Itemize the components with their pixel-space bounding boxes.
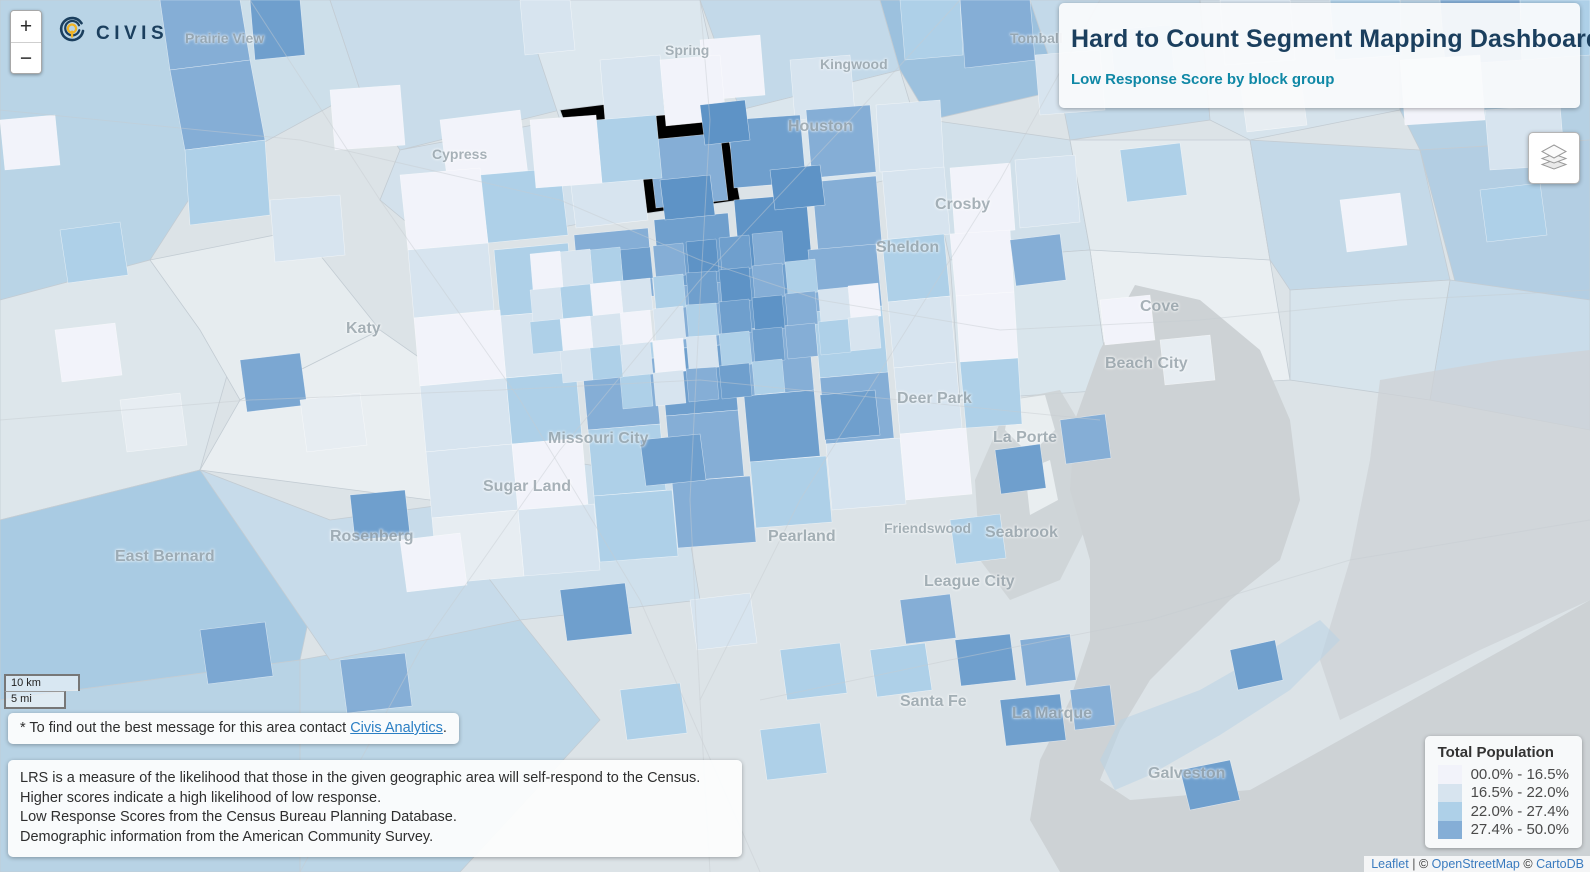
legend-item: 16.5% - 22.0% [1437, 783, 1569, 802]
scale-mi: 5 mi [4, 691, 66, 709]
scale-km: 10 km [4, 674, 80, 691]
legend-swatch [1437, 783, 1462, 802]
info-line: LRS is a measure of the likelihood that … [20, 770, 701, 786]
copyright-mark: © [1523, 857, 1537, 871]
legend-item: 00.0% - 16.5% [1437, 765, 1569, 784]
page-title: Hard to Count Segment Mapping Dashboard [1071, 25, 1590, 53]
legend-item: 22.0% - 27.4% [1437, 802, 1569, 821]
map-dashboard: Prairie View Tomball Cypress Spring King… [0, 0, 1590, 872]
civis-logo: CIVIS [57, 16, 168, 51]
zoom-control[interactable]: + − [10, 10, 42, 74]
legend-label: 00.0% - 16.5% [1470, 765, 1569, 783]
zoom-in-button[interactable]: + [11, 11, 41, 42]
map-legend: Total Population 00.0% - 16.5% 16.5% - 2… [1424, 736, 1582, 848]
info-line: Low Response Scores from the Census Bure… [20, 809, 457, 825]
legend-swatch [1437, 802, 1462, 821]
info-line: Demographic information from the America… [20, 828, 434, 845]
layers-stack-icon [1539, 142, 1569, 175]
map-attribution: Leaflet | © OpenStreetMap © CartoDB [1364, 856, 1590, 872]
civis-wordmark: CIVIS [96, 22, 169, 44]
civis-target-pin-icon [57, 16, 87, 51]
scale-bars: 10 km 5 mi [4, 674, 80, 709]
copyright-mark: © [1418, 857, 1432, 871]
legend-label: 16.5% - 22.0% [1470, 784, 1569, 802]
openstreetmap-link[interactable]: OpenStreetMap [1432, 857, 1520, 871]
legend-label: 27.4% - 50.0% [1470, 821, 1569, 839]
legend-title: Total Population [1437, 744, 1554, 761]
legend-label: 22.0% - 27.4% [1470, 802, 1569, 820]
contact-note-prefix: * To find out the best message for this … [20, 720, 351, 736]
info-line: Higher scores indicate a high likelihood… [20, 789, 382, 806]
contact-note-suffix: . [442, 720, 447, 736]
legend-item: 27.4% - 50.0% [1437, 820, 1569, 839]
legend-swatch [1437, 765, 1462, 784]
page-subtitle: Low Response Score by block group [1071, 71, 1335, 88]
info-panel: LRS is a measure of the likelihood that … [8, 760, 742, 857]
civis-analytics-link[interactable]: Civis Analytics [350, 720, 443, 736]
contact-note: * To find out the best message for this … [8, 713, 459, 744]
layers-control-button[interactable] [1528, 132, 1580, 184]
leaflet-link[interactable]: Leaflet [1371, 857, 1409, 871]
legend-swatch [1437, 820, 1462, 839]
zoom-out-button[interactable]: − [11, 42, 41, 73]
attribution-separator: | [1412, 857, 1416, 871]
cartodb-link[interactable]: CartoDB [1536, 857, 1584, 871]
title-panel: Hard to Count Segment Mapping Dashboard … [1059, 3, 1590, 108]
